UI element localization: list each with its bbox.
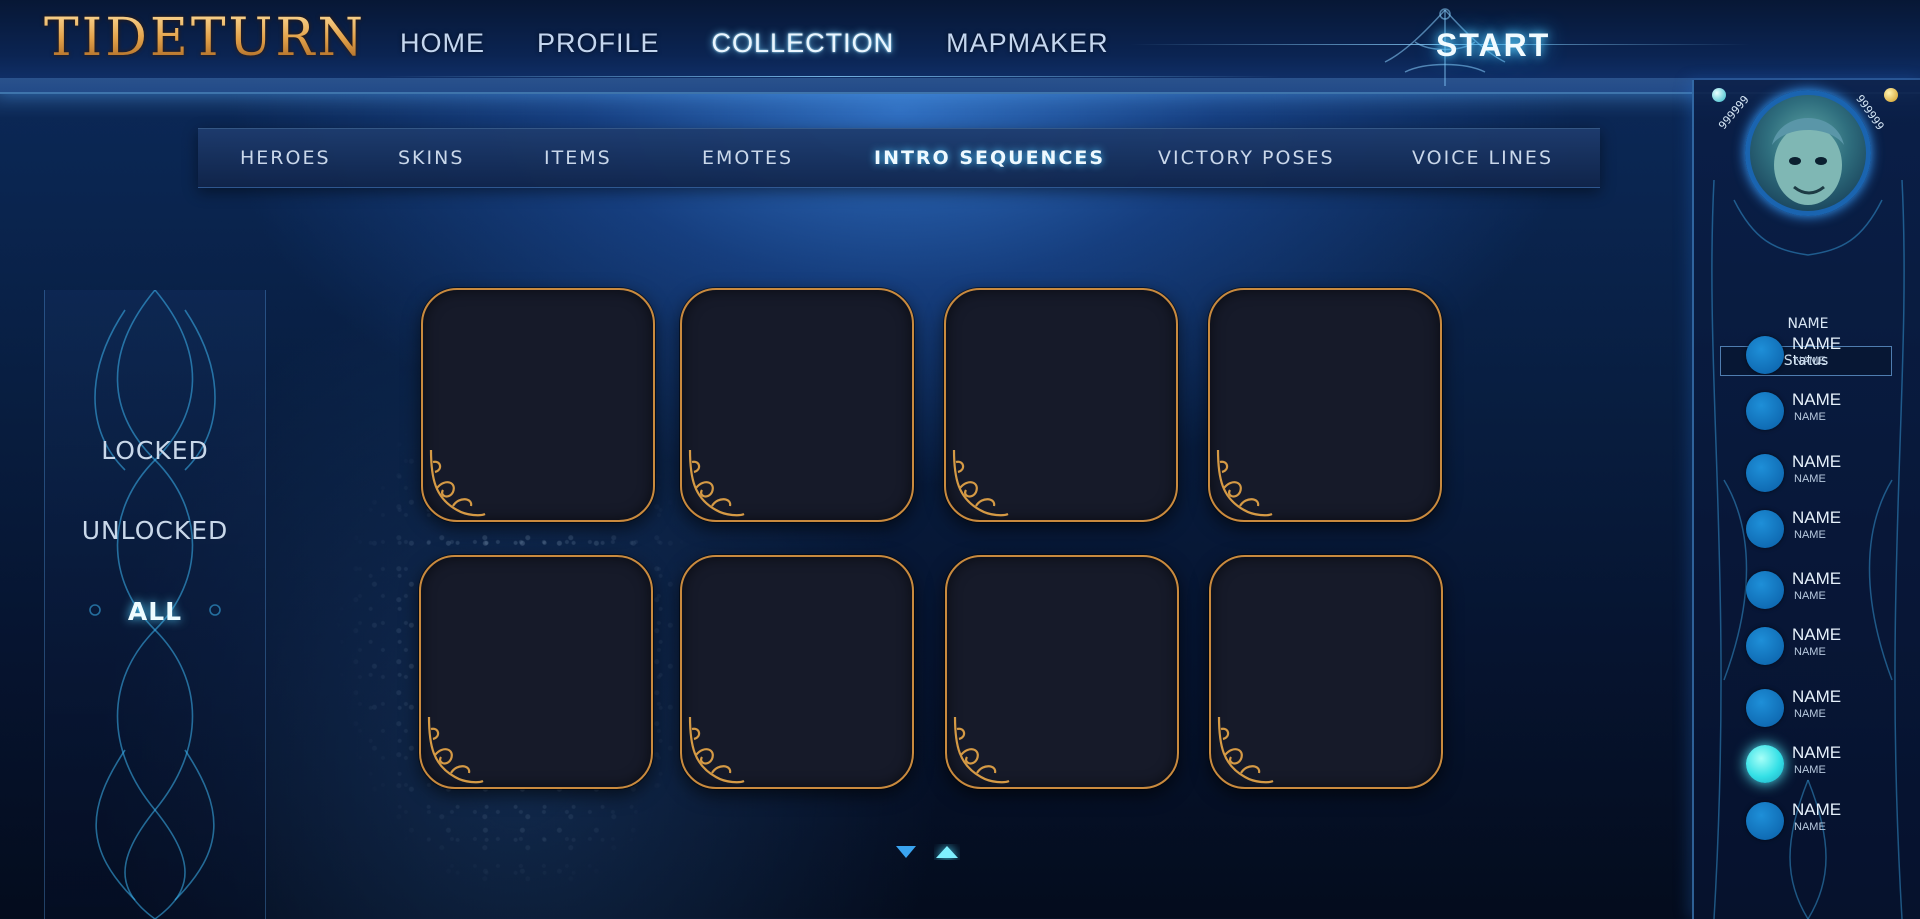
intro-sequence-card[interactable]: [945, 555, 1179, 789]
filter-locked[interactable]: LOCKED: [45, 436, 265, 465]
nav-home[interactable]: HOME: [400, 28, 485, 59]
intro-sequence-card[interactable]: [1208, 288, 1442, 522]
friend-avatar: [1746, 454, 1784, 492]
friend-name: NAME: [1792, 800, 1842, 819]
player-avatar[interactable]: [1745, 90, 1871, 216]
friend-list-item[interactable]: NAME NAME: [1746, 800, 1906, 840]
intro-sequence-card[interactable]: [1209, 555, 1443, 789]
friend-list-item[interactable]: NAME NAME: [1746, 390, 1906, 430]
nav-collection[interactable]: COLLECTION: [712, 28, 895, 59]
friend-list-item[interactable]: NAME NAME: [1746, 625, 1906, 665]
filter-all[interactable]: ALL: [45, 597, 265, 626]
filigree-corner-icon: [953, 716, 1010, 784]
social-panel: 999999 999999 NAME Status NAME NAME NAME…: [1692, 80, 1920, 919]
friend-subtitle: NAME: [1794, 529, 1826, 541]
filigree-corner-icon: [1217, 716, 1274, 784]
tab-voice-lines[interactable]: VOICE LINES: [1412, 147, 1553, 169]
triangle-up-icon[interactable]: [934, 844, 960, 860]
start-button[interactable]: START: [1436, 27, 1550, 64]
friend-name: NAME: [1792, 569, 1842, 588]
coin-currency-icon: [1884, 88, 1898, 102]
gem-currency-icon: [1712, 88, 1726, 102]
tab-emotes[interactable]: EMOTES: [702, 147, 793, 169]
friend-name: NAME: [1792, 452, 1842, 471]
friend-avatar: [1746, 689, 1784, 727]
filter-panel: LOCKED UNLOCKED ALL: [44, 290, 266, 919]
friend-avatar-online: [1746, 745, 1784, 783]
filigree-corner-icon: [427, 716, 484, 784]
friend-name: NAME: [1792, 334, 1842, 353]
intro-sequence-card[interactable]: [680, 288, 914, 522]
friend-avatar: [1746, 627, 1784, 665]
friend-subtitle: NAME: [1794, 411, 1826, 423]
header-ornament-line: [380, 76, 1280, 77]
tab-skins[interactable]: SKINS: [398, 147, 464, 169]
friend-list-item[interactable]: NAME NAME: [1746, 334, 1906, 374]
friend-subtitle: NAME: [1794, 764, 1826, 776]
friend-subtitle: NAME: [1794, 590, 1826, 602]
filter-unlocked[interactable]: UNLOCKED: [45, 516, 265, 545]
nav-profile[interactable]: PROFILE: [537, 28, 660, 59]
top-navigation-bar: TIDETURN HOME PROFILE COLLECTION MAPMAKE…: [0, 0, 1920, 94]
friend-subtitle: NAME: [1794, 646, 1826, 658]
friend-list-item[interactable]: NAME NAME: [1746, 569, 1906, 609]
filigree-corner-icon: [688, 449, 745, 517]
friend-subtitle: NAME: [1794, 355, 1826, 367]
friend-name: NAME: [1792, 687, 1842, 706]
collection-category-tabs: HEROES SKINS ITEMS EMOTES INTRO SEQUENCE…: [198, 128, 1600, 188]
filigree-corner-icon: [952, 449, 1009, 517]
friend-name: NAME: [1792, 625, 1842, 644]
intro-sequence-card[interactable]: [421, 288, 655, 522]
friend-list-item[interactable]: NAME NAME: [1746, 452, 1906, 492]
friend-avatar: [1746, 571, 1784, 609]
friend-list-item-online[interactable]: NAME NAME: [1746, 743, 1906, 783]
friend-list-item[interactable]: NAME NAME: [1746, 508, 1906, 548]
filigree-corner-icon: [688, 716, 745, 784]
friend-avatar: [1746, 392, 1784, 430]
tab-heroes[interactable]: HEROES: [240, 147, 331, 169]
avatar-portrait-icon: [1772, 118, 1844, 205]
friend-name: NAME: [1792, 508, 1842, 527]
friend-subtitle: NAME: [1794, 473, 1826, 485]
intro-sequence-card[interactable]: [680, 555, 914, 789]
game-logo: TIDETURN: [44, 8, 367, 68]
filigree-corner-icon: [1216, 449, 1273, 517]
tab-intro-sequences[interactable]: INTRO SEQUENCES: [874, 147, 1105, 169]
friend-name: NAME: [1792, 743, 1842, 762]
friend-subtitle: NAME: [1794, 708, 1826, 720]
friend-avatar: [1746, 802, 1784, 840]
intro-sequence-card[interactable]: [419, 555, 653, 789]
friend-avatar: [1746, 510, 1784, 548]
friend-avatar: [1746, 336, 1784, 374]
nav-mapmaker[interactable]: MAPMAKER: [946, 28, 1109, 59]
filigree-corner-icon: [429, 449, 486, 517]
intro-sequence-card[interactable]: [944, 288, 1178, 522]
player-name: NAME: [1787, 316, 1829, 332]
friend-list-item[interactable]: NAME NAME: [1746, 687, 1906, 727]
tab-victory-poses[interactable]: VICTORY POSES: [1158, 147, 1335, 169]
triangle-down-icon[interactable]: [894, 844, 918, 860]
friend-subtitle: NAME: [1794, 821, 1826, 833]
main-nav: HOME PROFILE COLLECTION MAPMAKER: [400, 28, 1161, 59]
tab-items[interactable]: ITEMS: [544, 147, 612, 169]
friend-name: NAME: [1792, 390, 1842, 409]
